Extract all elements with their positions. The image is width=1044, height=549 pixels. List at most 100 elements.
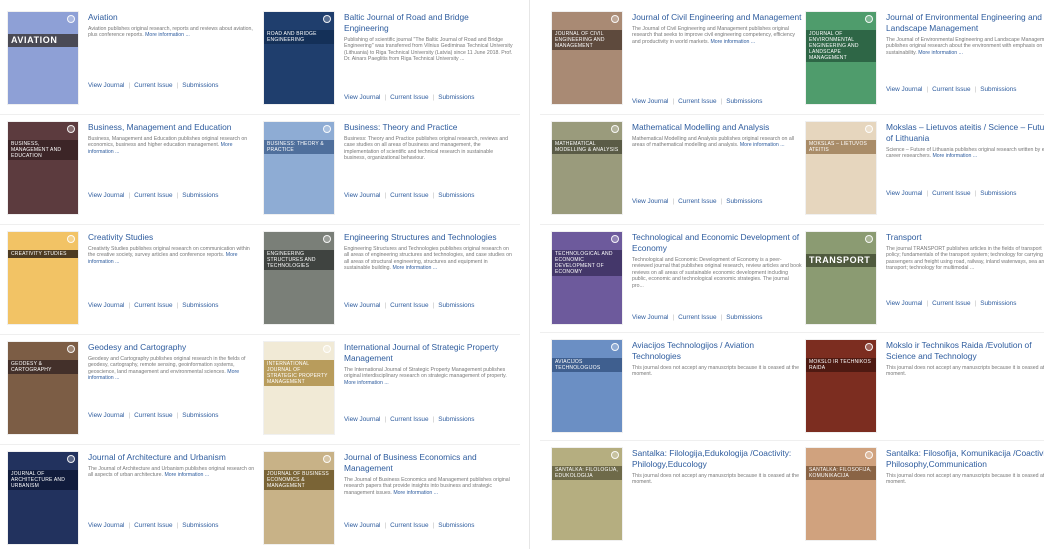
journal-cover-image[interactable]: JOURNAL OF BUSINESS ECONOMICS & MANAGEME… [264,452,334,544]
current-issue-link[interactable]: Current Issue [932,190,970,197]
journal-title-link[interactable]: Baltic Journal of Road and Bridge Engine… [344,12,514,34]
submissions-link[interactable]: Submissions [182,82,218,89]
view-journal-link[interactable]: View Journal [344,94,380,101]
more-information-link[interactable]: More information ... [740,142,785,148]
more-information-link[interactable]: More information ... [344,380,389,386]
submissions-link[interactable]: Submissions [182,302,218,309]
view-journal-link[interactable]: View Journal [88,82,124,89]
journal-cover-image[interactable]: AVIACIJOS TECHNOLOGIJOS [552,340,622,432]
journal-title-link[interactable]: Creativity Studies [88,232,258,243]
more-information-link[interactable]: More information ... [932,153,977,159]
current-issue-link[interactable]: Current Issue [390,192,428,199]
journal-title-link[interactable]: Transport [886,232,1044,243]
current-issue-link[interactable]: Current Issue [134,302,172,309]
current-issue-link[interactable]: Current Issue [678,198,716,205]
current-issue-link[interactable]: Current Issue [134,522,172,529]
submissions-link[interactable]: Submissions [438,94,474,101]
journal-title-link[interactable]: Business: Theory and Practice [344,122,514,133]
journal-description: The Journal of Architecture and Urbanism… [88,466,258,479]
submissions-link[interactable]: Submissions [438,416,474,423]
submissions-link[interactable]: Submissions [182,522,218,529]
journal-cover-image[interactable]: MOKSLAS – LIETUVOS ATEITIS [806,122,876,214]
journal-title-link[interactable]: Mokslo ir Technikos Raida /Evolution of … [886,340,1044,362]
submissions-link[interactable]: Submissions [726,98,762,105]
journal-cover-image[interactable]: SANTALKA: FILOSOFIJA, KOMUNIKACIJA [806,448,876,540]
journal-title-link[interactable]: Engineering Structures and Technologies [344,232,514,243]
current-issue-link[interactable]: Current Issue [678,98,716,105]
view-journal-link[interactable]: View Journal [632,314,668,321]
journal-title-link[interactable]: Santalka: Filologija,Edukologija /Coacti… [632,448,802,470]
current-issue-link[interactable]: Current Issue [678,314,716,321]
view-journal-link[interactable]: View Journal [344,416,380,423]
more-information-link[interactable]: More information ... [918,50,963,56]
submissions-link[interactable]: Submissions [182,412,218,419]
submissions-link[interactable]: Submissions [726,314,762,321]
journal-title-link[interactable]: Journal of Architecture and Urbanism [88,452,258,463]
journal-cover-image[interactable]: MATHEMATICAL MODELLING & ANALYSIS [552,122,622,214]
journal-cover-image[interactable]: JOURNAL OF CIVIL ENGINEERING AND MANAGEM… [552,12,622,104]
journal-cover-image[interactable]: GEODESY & CARTOGRAPHY [8,342,78,434]
journal-cover-image[interactable]: INTERNATIONAL JOURNAL OF STRATEGIC PROPE… [264,342,334,434]
journal-title-link[interactable]: Mokslas – Lietuvos ateitis / Science – F… [886,122,1044,144]
submissions-link[interactable]: Submissions [438,192,474,199]
submissions-link[interactable]: Submissions [438,302,474,309]
journal-title-link[interactable]: Santalka: Filosofija, Komunikacija /Coac… [886,448,1044,470]
submissions-link[interactable]: Submissions [438,522,474,529]
view-journal-link[interactable]: View Journal [88,412,124,419]
journal-cover-image[interactable]: MOKSLO IR TECHNIKOS RAIDA [806,340,876,432]
journal-cover-image[interactable]: TRANSPORT [806,232,876,324]
journal-title-link[interactable]: Journal of Environmental Engineering and… [886,12,1044,34]
current-issue-link[interactable]: Current Issue [390,94,428,101]
view-journal-link[interactable]: View Journal [88,192,124,199]
journal-cover-image[interactable]: JOURNAL OF ARCHITECTURE AND URBANISM [8,452,78,544]
current-issue-link[interactable]: Current Issue [134,412,172,419]
more-information-link[interactable]: More information ... [710,39,755,45]
more-information-link[interactable]: More information ... [393,490,438,496]
journal-cover-image[interactable]: BUSINESS, MANAGEMENT AND EDUCATION [8,122,78,214]
journal-title-link[interactable]: International Journal of Strategic Prope… [344,342,514,364]
current-issue-link[interactable]: Current Issue [390,522,428,529]
more-information-link[interactable]: More information ... [164,472,209,478]
view-journal-link[interactable]: View Journal [632,98,668,105]
journal-title-link[interactable]: Aviacijos Technologijos / Aviation Techn… [632,340,802,362]
journal-title-link[interactable]: Journal of Business Economics and Manage… [344,452,514,474]
current-issue-link[interactable]: Current Issue [134,192,172,199]
more-information-link[interactable]: More information ... [145,32,190,38]
view-journal-link[interactable]: View Journal [886,86,922,93]
submissions-link[interactable]: Submissions [726,198,762,205]
journal-title-link[interactable]: Geodesy and Cartography [88,342,258,353]
journal-cover-image[interactable]: TECHNOLOGICAL AND ECONOMIC DEVELOPMENT O… [552,232,622,324]
view-journal-link[interactable]: View Journal [886,190,922,197]
view-journal-link[interactable]: View Journal [88,522,124,529]
view-journal-link[interactable]: View Journal [632,198,668,205]
journal-info: Mokslas – Lietuvos ateitis / Science – F… [886,122,1044,160]
submissions-link[interactable]: Submissions [980,190,1016,197]
journal-title-link[interactable]: Business, Management and Education [88,122,258,133]
journal-cover-image[interactable]: JOURNAL OF ENVIRONMENTAL ENGINEERING AND… [806,12,876,104]
journal-cover-image[interactable]: AVIATION [8,12,78,104]
current-issue-link[interactable]: Current Issue [932,300,970,307]
submissions-link[interactable]: Submissions [182,192,218,199]
more-information-link[interactable]: More information ... [392,265,437,271]
current-issue-link[interactable]: Current Issue [390,302,428,309]
submissions-link[interactable]: Submissions [980,86,1016,93]
link-separator: | [176,522,179,529]
current-issue-link[interactable]: Current Issue [134,82,172,89]
current-issue-link[interactable]: Current Issue [390,416,428,423]
journal-cover-image[interactable]: Road and Bridge Engineering [264,12,334,104]
journal-title-link[interactable]: Aviation [88,12,258,23]
journal-cover-image[interactable]: BUSINESS: THEORY & PRACTICE [264,122,334,214]
submissions-link[interactable]: Submissions [980,300,1016,307]
current-issue-link[interactable]: Current Issue [932,86,970,93]
view-journal-link[interactable]: View Journal [344,192,380,199]
view-journal-link[interactable]: View Journal [344,302,380,309]
journal-cover-image[interactable]: CREATIVITY STUDIES [8,232,78,324]
view-journal-link[interactable]: View Journal [886,300,922,307]
view-journal-link[interactable]: View Journal [88,302,124,309]
journal-cover-image[interactable]: ENGINEERING STRUCTURES AND TECHNOLOGIES [264,232,334,324]
journal-title-link[interactable]: Technological and Economic Development o… [632,232,802,254]
journal-title-link[interactable]: Mathematical Modelling and Analysis [632,122,802,133]
view-journal-link[interactable]: View Journal [344,522,380,529]
journal-title-link[interactable]: Journal of Civil Engineering and Managem… [632,12,802,23]
journal-cover-image[interactable]: SANTALKA: FILOLOGIJA, EDUKOLOGIJA [552,448,622,540]
